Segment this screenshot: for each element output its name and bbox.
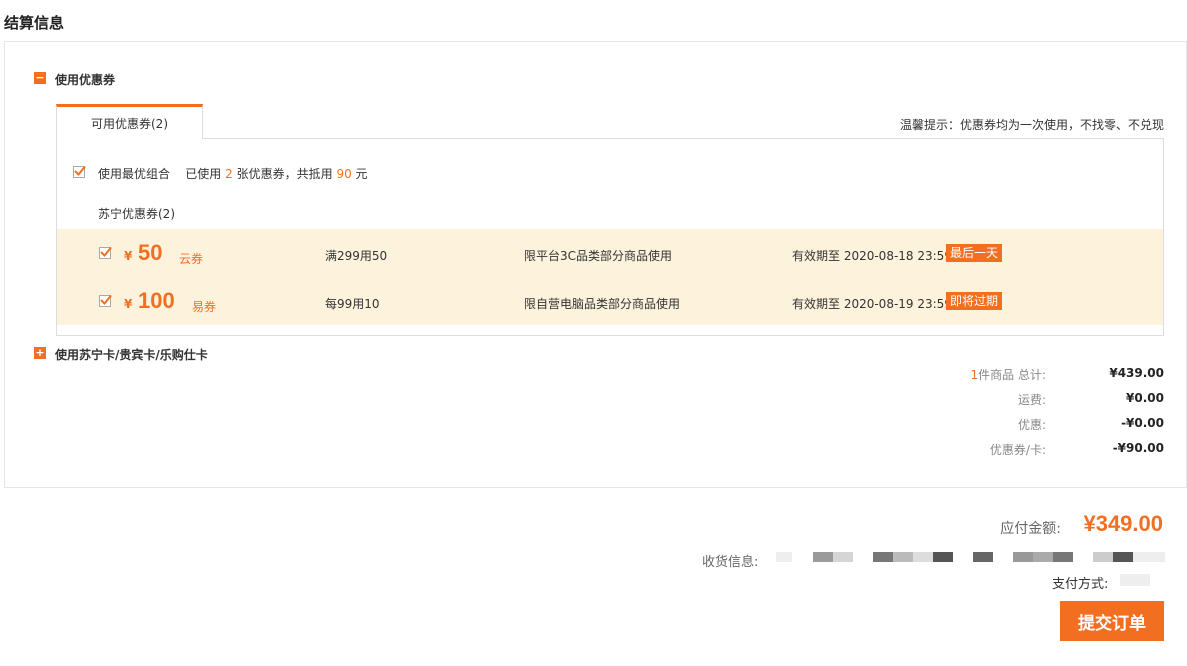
coupon-1-tag: 最后一天 bbox=[946, 244, 1003, 262]
discount-label: 优惠: bbox=[1017, 418, 1046, 432]
coupon-1-type: 云券 bbox=[179, 252, 204, 266]
used-count: 2 bbox=[225, 167, 233, 181]
coupon-card-label: 优惠券/卡: bbox=[989, 443, 1046, 457]
best-combo-summary: 使用最优组合 已使用 2 张优惠券，共抵用 90 元 bbox=[98, 165, 368, 182]
checkmark-icon bbox=[74, 165, 86, 176]
minus-icon[interactable]: − bbox=[34, 72, 46, 84]
coupon-section-label[interactable]: 使用优惠券 bbox=[55, 71, 115, 88]
coupon-1-currency: ¥ bbox=[124, 249, 133, 263]
checkmark-icon bbox=[100, 294, 112, 305]
items-count: 1 bbox=[970, 368, 979, 382]
coupon-2-currency: ¥ bbox=[124, 297, 133, 311]
coupon-card-value: -¥90.00 bbox=[1112, 441, 1164, 455]
coupon-2-scope: 限自营电脑品类部分商品使用 bbox=[524, 297, 681, 311]
section-title: 结算信息 bbox=[4, 14, 65, 32]
coupon-1-validity: 有效期至 2020-08-18 23:59 bbox=[792, 249, 952, 263]
used-prefix: 已使用 bbox=[185, 167, 222, 181]
shipping-value: ¥0.00 bbox=[1126, 391, 1164, 405]
coupon-tip: 温馨提示：优惠券均为一次使用，不找零、不兑现 bbox=[899, 118, 1164, 132]
used-unit: 元 bbox=[355, 167, 368, 181]
coupon-group-title: 苏宁优惠券(2) bbox=[98, 207, 175, 221]
coupon-2-validity: 有效期至 2020-08-19 23:59 bbox=[792, 297, 952, 311]
coupon-2-type: 易券 bbox=[192, 300, 217, 314]
coupon-1-condition: 满299用50 bbox=[325, 249, 388, 263]
used-mid: 张优惠券，共抵用 bbox=[236, 167, 333, 181]
best-combo-label: 使用最优组合 bbox=[98, 167, 171, 181]
coupon-1-scope: 限平台3C品类部分商品使用 bbox=[524, 249, 673, 263]
shipping-label: 运费: bbox=[1017, 393, 1046, 407]
used-amount: 90 bbox=[336, 167, 352, 181]
card-section-label[interactable]: 使用苏宁卡/贵宾卡/乐购仕卡 bbox=[55, 346, 208, 363]
coupon-2-value: 100 bbox=[138, 288, 175, 313]
items-label: 件商品 总计: bbox=[978, 368, 1046, 382]
submit-order-button[interactable]: 提交订单 bbox=[1060, 601, 1164, 641]
coupon-2-condition: 每99用10 bbox=[325, 297, 380, 311]
coupon-2-checkbox[interactable] bbox=[99, 294, 112, 307]
coupon-1-checkbox[interactable] bbox=[99, 246, 112, 259]
coupon-2-tag: 即将过期 bbox=[946, 292, 1003, 310]
payment-method-label: 支付方式: bbox=[1052, 577, 1109, 592]
items-total-value: ¥439.00 bbox=[1109, 366, 1164, 380]
shipping-info-label: 收货信息: bbox=[702, 555, 759, 570]
discount-value: -¥0.00 bbox=[1121, 416, 1164, 430]
payable-label: 应付金额: bbox=[1000, 521, 1061, 537]
coupon-1-value: 50 bbox=[138, 240, 163, 265]
best-combo-checkbox[interactable] bbox=[73, 165, 86, 178]
checkmark-icon bbox=[100, 246, 112, 257]
tab-available-coupons[interactable]: 可用优惠券(2) bbox=[56, 104, 203, 139]
payable-amount: ¥349.00 bbox=[1083, 511, 1163, 536]
checkout-page: 结算信息 − 使用优惠券 可用优惠券(2) 温馨提示：优惠券均为一次使用，不找零… bbox=[0, 0, 1187, 666]
payment-method-obscured bbox=[1120, 574, 1150, 586]
plus-icon[interactable]: + bbox=[34, 347, 46, 359]
items-total-label: 1件商品 总计: bbox=[971, 366, 1047, 383]
